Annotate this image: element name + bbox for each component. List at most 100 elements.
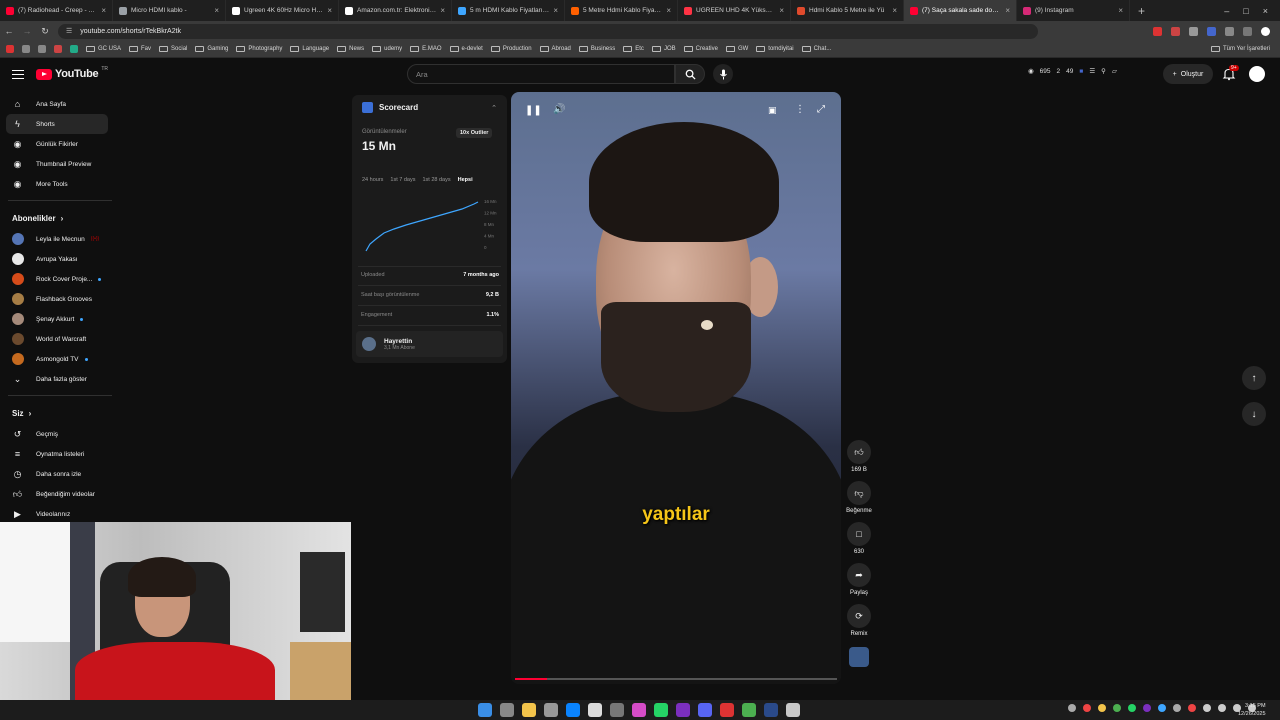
close-tab-icon[interactable]: ×	[101, 6, 106, 15]
sidebar-item-subscription[interactable]: Şenay Akkurt	[0, 309, 108, 329]
store-icon[interactable]	[566, 703, 580, 717]
back-icon[interactable]: ←	[0, 26, 18, 36]
cast-icon[interactable]: ▱	[1112, 67, 1117, 75]
telegram-icon[interactable]	[786, 703, 800, 717]
scorecard-tab[interactable]: Hepsi	[458, 177, 473, 183]
bookmark-item[interactable]: Fav	[129, 46, 151, 52]
bookmark-item[interactable]: Abroad	[539, 46, 571, 52]
sidebar-item-subscription[interactable]: Asmongold TV	[0, 349, 108, 369]
browser-tab[interactable]: UGREEN UHD 4K Yüksek Hız ×	[678, 0, 791, 21]
new-icon[interactable]	[588, 703, 602, 717]
sidebar-item[interactable]: ϟ Shorts	[6, 114, 108, 134]
list-icon[interactable]: ☰	[1089, 67, 1095, 75]
subscriptions-heading[interactable]: Abonelikler ›	[0, 207, 116, 229]
menu-icon[interactable]	[12, 70, 24, 79]
search-icon[interactable]	[500, 703, 514, 717]
next-short-button[interactable]: ↓	[1242, 402, 1266, 426]
create-button[interactable]: + Oluştur	[1163, 64, 1213, 84]
sidebar-item[interactable]: ◉ More Tools	[0, 174, 108, 194]
show-more-button[interactable]: ⌄ Daha fazla göster	[0, 369, 108, 389]
bookmark-item[interactable]: tomdiyitai	[756, 46, 794, 52]
bookmark-favicon-icon[interactable]	[22, 45, 30, 53]
trophy-icon[interactable]: ⚲	[1101, 67, 1106, 75]
sidebar-item-subscription[interactable]: Avrupa Yakası	[0, 249, 108, 269]
sidebar-item[interactable]: ◉ Thumbnail Preview	[0, 154, 108, 174]
system-tray-icon[interactable]	[1188, 704, 1196, 712]
bookmark-favicon-icon[interactable]	[70, 45, 78, 53]
address-bar[interactable]: ☰ youtube.com/shorts/rTekBkrA2tk	[58, 23, 1038, 39]
browser-tab[interactable]: Amazon.com.tr: Elektronik, bil ×	[339, 0, 452, 21]
site-info-icon[interactable]: ☰	[66, 27, 72, 35]
forward-icon[interactable]: →	[18, 26, 36, 36]
sidebar-item-subscription[interactable]: Rock Cover Proje...	[0, 269, 108, 289]
close-tab-icon[interactable]: ×	[892, 6, 897, 15]
browser-tab[interactable]: Ugreen 4K 60Hz Micro HDMI ×	[226, 0, 339, 21]
system-tray-icon[interactable]	[1113, 704, 1121, 712]
pause-icon[interactable]: ❚❚	[525, 105, 542, 116]
channel-avatar[interactable]	[849, 647, 869, 667]
system-tray-icon[interactable]	[1128, 704, 1136, 712]
instagram-icon[interactable]	[632, 703, 646, 717]
captions-icon[interactable]: ▣	[768, 105, 777, 116]
bookmark-favicon-icon[interactable]	[54, 45, 62, 53]
sidebar-item[interactable]: 👍︎ Beğendiğim videolar	[0, 484, 108, 504]
extension-icon[interactable]	[1189, 26, 1198, 36]
scorecard-tab[interactable]: 1st 7 days	[390, 177, 415, 183]
close-tab-icon[interactable]: ×	[214, 6, 219, 15]
extension-icon[interactable]	[1153, 26, 1162, 36]
settings-icon[interactable]	[610, 703, 624, 717]
bookmark-item[interactable]: Business	[578, 46, 615, 52]
browser-tab[interactable]: (7) Saça sakala sade dokun ×	[904, 0, 1017, 21]
like-button[interactable]: 👍︎	[847, 440, 871, 464]
youtube-logo[interactable]: YouTube TR	[36, 66, 108, 80]
bookmark-item[interactable]: E.MAO	[410, 46, 442, 52]
video-progress-bar[interactable]	[515, 678, 837, 680]
browser-tab[interactable]: Hdmi Kablo 5 Metre ile Yü ×	[791, 0, 904, 21]
you-heading[interactable]: Siz ›	[0, 402, 116, 424]
previous-short-button[interactable]: ↑	[1242, 366, 1266, 390]
system-tray-icon[interactable]	[1068, 704, 1076, 712]
extension-icon[interactable]: ■	[1079, 68, 1083, 75]
maximize-icon[interactable]: □	[1243, 6, 1248, 16]
close-tab-icon[interactable]: ×	[553, 6, 558, 15]
system-tray-icon[interactable]	[1143, 704, 1151, 712]
bookmark-item[interactable]: Language	[290, 46, 329, 52]
bookmark-item[interactable]: Creative	[683, 46, 718, 52]
bookmark-item[interactable]: GC USA	[86, 46, 121, 52]
comments-button[interactable]: □	[847, 522, 871, 546]
bookmark-item[interactable]: JOB	[651, 46, 676, 52]
collapse-icon[interactable]: ⌃	[491, 104, 497, 112]
scorecard-tab[interactable]: 24 hours	[362, 177, 383, 183]
remix-button[interactable]: ⟳	[847, 604, 871, 628]
scorecard-channel[interactable]: Hayrettin 3,1 Mn Abone	[356, 331, 503, 357]
account-avatar[interactable]	[1249, 66, 1265, 82]
extension-icon[interactable]	[1225, 26, 1234, 36]
sidebar-item[interactable]: ⌂ Ana Sayfa	[0, 94, 108, 114]
system-tray-icon[interactable]	[1173, 704, 1181, 712]
volume-icon[interactable]: 🔊	[553, 104, 565, 115]
close-tab-icon[interactable]: ×	[1005, 6, 1010, 15]
sidebar-item[interactable]: ◷ Daha sonra izle	[0, 464, 108, 484]
profile-icon[interactable]	[1261, 26, 1270, 36]
bookmark-favicon-icon[interactable]	[38, 45, 46, 53]
bookmark-favicon-icon[interactable]	[6, 45, 14, 53]
new-tab-button[interactable]: +	[1130, 4, 1153, 18]
task-view-icon[interactable]	[544, 703, 558, 717]
fullscreen-icon[interactable]: ⤢	[817, 104, 825, 115]
onenote-icon[interactable]	[676, 703, 690, 717]
discord-icon[interactable]	[698, 703, 712, 717]
bookmark-item[interactable]: Etc	[623, 46, 644, 52]
music-icon[interactable]	[720, 703, 734, 717]
whatsapp-icon[interactable]	[654, 703, 668, 717]
browser-tab[interactable]: Micro HDMI kablo - ×	[113, 0, 226, 21]
system-tray-icon[interactable]	[1158, 704, 1166, 712]
extension-icon[interactable]	[1243, 26, 1252, 36]
search-input[interactable]: Ara	[407, 64, 675, 84]
browser-tab[interactable]: 5 m HDMI Kablo Fiyatları | En ×	[452, 0, 565, 21]
system-clock[interactable]: 3:15 PM 12/26/2025	[1238, 702, 1266, 718]
close-tab-icon[interactable]: ×	[779, 6, 784, 15]
bookmark-item[interactable]: GW	[725, 46, 748, 52]
voice-search-button[interactable]	[713, 64, 733, 84]
close-tab-icon[interactable]: ×	[1118, 6, 1123, 15]
bookmark-item[interactable]: udemy	[372, 46, 402, 52]
